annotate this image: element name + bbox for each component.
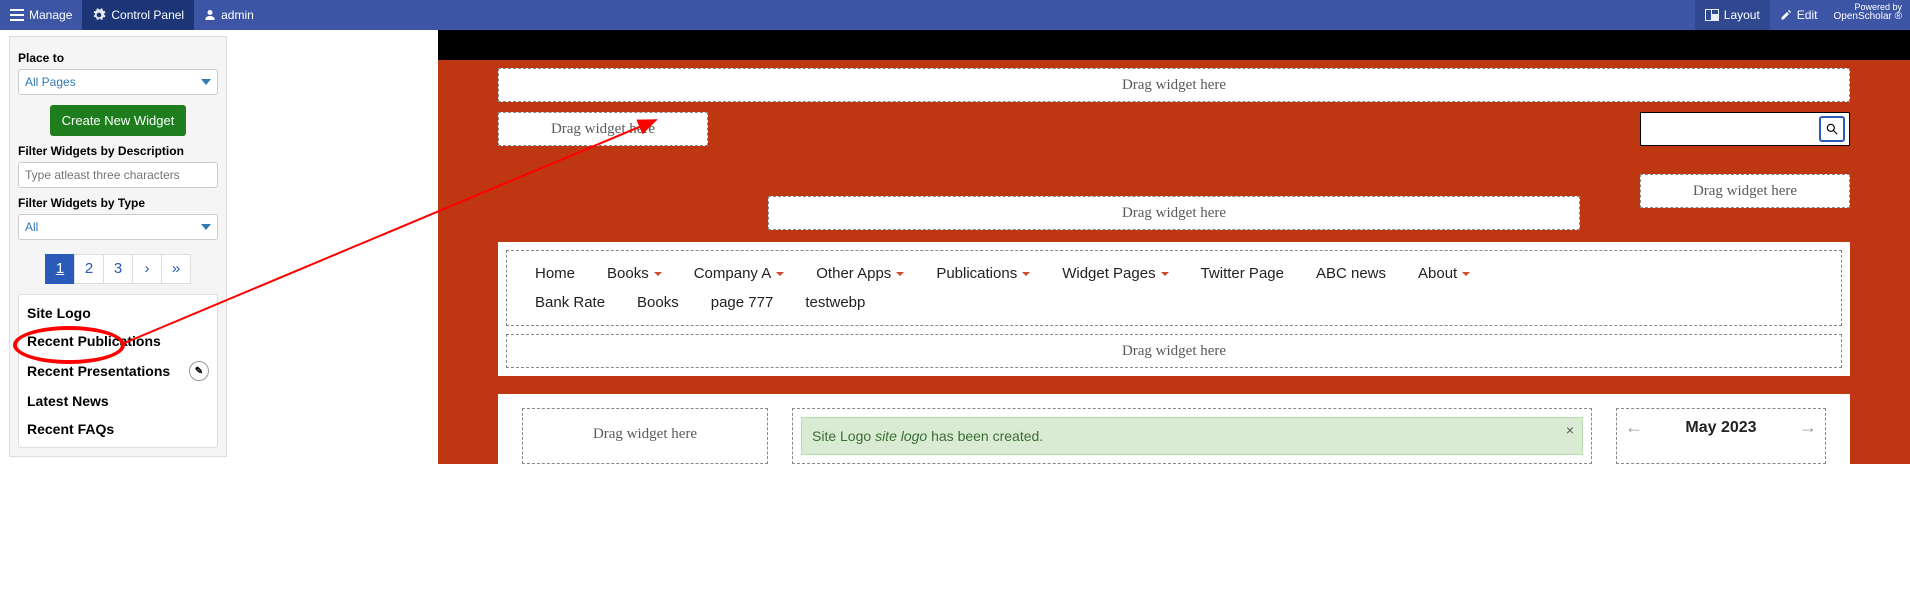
nav-item[interactable]: Twitter Page — [1185, 259, 1300, 288]
content-mid-col: Site Logo site logo has been created. × — [792, 408, 1592, 464]
drop-zone-content-left[interactable]: Drag widget here — [531, 417, 759, 451]
widget-item[interactable]: Recent Publications — [19, 327, 217, 355]
alert-close-button[interactable]: × — [1566, 422, 1574, 438]
success-alert: Site Logo site logo has been created. × — [801, 417, 1583, 455]
nav-item[interactable]: Other Apps — [800, 259, 920, 288]
nav-item[interactable]: Widget Pages — [1046, 259, 1184, 288]
layout-icon — [1705, 9, 1719, 21]
powered-label: OpenScholar ® — [1833, 11, 1902, 22]
alert-em: site logo — [875, 428, 927, 444]
nav-item[interactable]: Books — [591, 259, 678, 288]
filter-desc-input[interactable] — [18, 162, 218, 188]
widget-item-label: Latest News — [27, 393, 109, 409]
black-header-bar — [438, 30, 1910, 60]
nav-item[interactable]: Company A — [678, 259, 801, 288]
widget-item[interactable]: Recent Presentations ✎ — [19, 355, 217, 387]
nav-item[interactable]: Home — [519, 259, 591, 288]
gear-icon — [92, 8, 106, 22]
primary-nav: HomeBooks Company A Other Apps Publicati… — [506, 250, 1842, 326]
calendar-month-label: May 2023 — [1685, 419, 1756, 437]
pencil-icon[interactable]: ✎ — [189, 361, 209, 381]
chevron-down-icon — [776, 272, 784, 276]
admin-label: admin — [221, 8, 254, 22]
page-›[interactable]: › — [132, 254, 162, 284]
nav-item[interactable]: Bank Rate — [519, 288, 621, 317]
widget-item[interactable]: Site Logo — [19, 299, 217, 327]
create-widget-button[interactable]: Create New Widget — [50, 105, 187, 136]
edit-label: Edit — [1797, 8, 1818, 22]
drop-zone-header-right[interactable]: Drag widget here — [1640, 174, 1850, 208]
page-»[interactable]: » — [161, 254, 191, 284]
layout-label: Layout — [1724, 8, 1760, 22]
edit-button[interactable]: Edit — [1770, 0, 1828, 30]
pagination: 123›» — [18, 254, 218, 284]
page-2[interactable]: 2 — [74, 254, 104, 284]
chevron-down-icon — [1462, 272, 1470, 276]
widget-list: Site Logo Recent Publications Recent Prese… — [18, 294, 218, 448]
chevron-down-icon — [896, 272, 904, 276]
chevron-down-icon — [654, 272, 662, 276]
manage-label: Manage — [29, 8, 72, 22]
widget-item-label: Recent FAQs — [27, 421, 114, 437]
drop-zone-header-mid[interactable]: Drag widget here — [768, 196, 1580, 230]
orange-region: Drag widget here Drag widget here Drag w… — [438, 60, 1910, 464]
drop-zone-top[interactable]: Drag widget here — [498, 68, 1850, 102]
calendar-header: ← May 2023 → — [1625, 417, 1817, 438]
chevron-down-icon — [1022, 272, 1030, 276]
nav-item[interactable]: Publications — [920, 259, 1046, 288]
user-icon — [204, 8, 216, 22]
page-1[interactable]: 1 — [45, 254, 75, 284]
drop-zone-header-left[interactable]: Drag widget here — [498, 112, 708, 146]
alert-prefix: Site Logo — [812, 428, 875, 444]
calendar-prev-button[interactable]: ← — [1625, 417, 1643, 438]
admin-menu[interactable]: admin — [194, 0, 264, 30]
topbar: Manage Control Panel admin Layout Edit P… — [0, 0, 1910, 30]
nav-item[interactable]: testwebp — [789, 288, 881, 317]
widget-sidebar: Place to All Pages Create New Widget Fil… — [9, 36, 227, 457]
layout-button[interactable]: Layout — [1695, 0, 1770, 30]
filter-type-select[interactable]: All — [18, 214, 218, 240]
content-right-col: ← May 2023 → — [1616, 408, 1826, 464]
widget-item-label: Recent Publications — [27, 333, 161, 349]
nav-item[interactable]: About — [1402, 259, 1486, 288]
page-3[interactable]: 3 — [103, 254, 133, 284]
search-button[interactable] — [1819, 116, 1845, 142]
widget-item[interactable]: Latest News — [19, 387, 217, 415]
nav-item[interactable]: ABC news — [1300, 259, 1402, 288]
pencil-icon — [1780, 9, 1792, 21]
drop-zone-under-nav[interactable]: Drag widget here — [506, 334, 1842, 368]
powered-by: Powered by OpenScholar ® — [1827, 0, 1910, 30]
widget-item[interactable]: Recent FAQs — [19, 415, 217, 443]
place-to-label: Place to — [18, 51, 218, 65]
chevron-down-icon — [1161, 272, 1169, 276]
widget-item-label: Recent Presentations — [27, 363, 170, 379]
control-panel-label: Control Panel — [111, 8, 184, 22]
alert-suffix: has been created. — [927, 428, 1043, 444]
hamburger-icon — [10, 9, 24, 21]
widget-item-label: Site Logo — [27, 305, 91, 321]
nav-item[interactable]: Books — [621, 288, 695, 317]
layout-canvas: Drag widget here Drag widget here Drag w… — [438, 30, 1910, 604]
filter-desc-label: Filter Widgets by Description — [18, 144, 218, 158]
filter-type-label: Filter Widgets by Type — [18, 196, 218, 210]
search-icon — [1825, 122, 1839, 136]
place-to-select[interactable]: All Pages — [18, 69, 218, 95]
content-left-col: Drag widget here — [522, 408, 768, 464]
calendar-next-button[interactable]: → — [1799, 417, 1817, 438]
manage-menu[interactable]: Manage — [0, 0, 82, 30]
search-box[interactable] — [1640, 112, 1850, 146]
nav-item[interactable]: page 777 — [695, 288, 790, 317]
control-panel-button[interactable]: Control Panel — [82, 0, 194, 30]
nav-panel: HomeBooks Company A Other Apps Publicati… — [498, 242, 1850, 376]
